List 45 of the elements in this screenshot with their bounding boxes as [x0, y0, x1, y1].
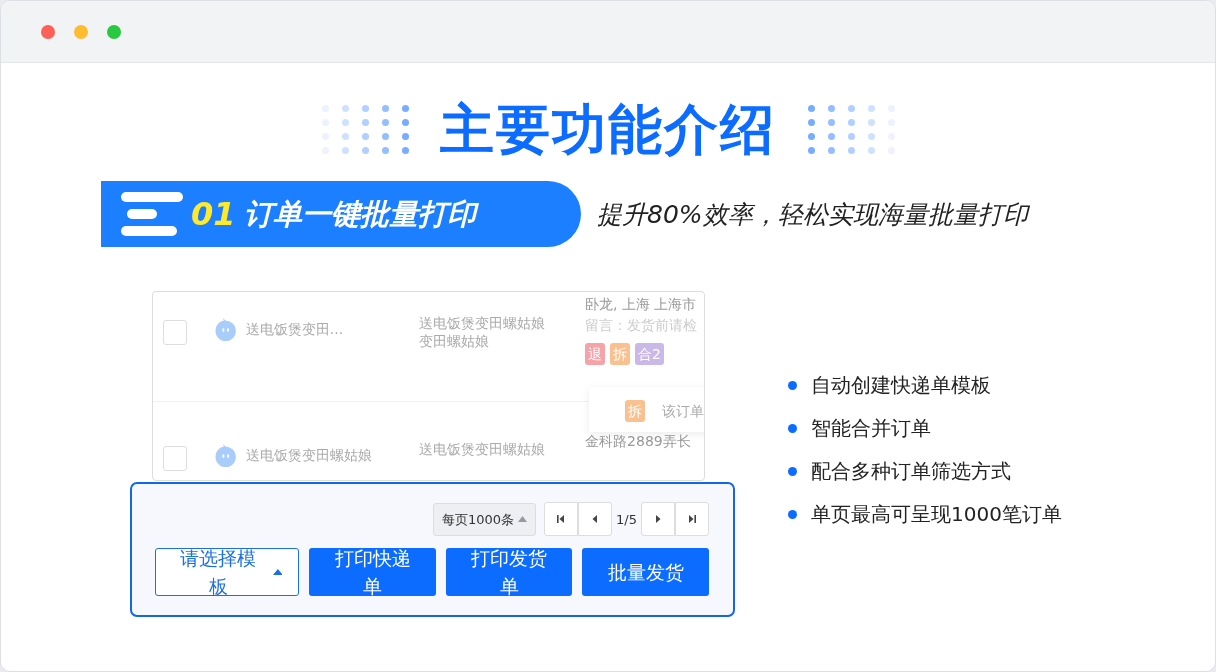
order-tag: 拆 [625, 400, 645, 423]
feature-tagline: 提升80%效率，轻松实现海量批量打印 [597, 198, 1028, 231]
buyer-name: 送电饭煲变田螺姑娘 [245, 446, 373, 465]
address-text: 卧龙, 上海 上海市 [585, 295, 698, 314]
address-text: 金科路2889弄长 [585, 432, 692, 451]
product-name: 送电饭煲变田螺姑娘 [419, 440, 547, 459]
previous-icon [591, 514, 600, 525]
action-button[interactable]: 打印快递单 [309, 548, 436, 597]
last-page-button[interactable] [675, 502, 709, 537]
product-name: 送电饭煲变田螺姑娘 [419, 314, 547, 333]
next-icon [654, 514, 662, 525]
action-button[interactable]: 批量发货 [582, 548, 709, 597]
first-page-button[interactable] [544, 502, 579, 537]
window-control-dot[interactable] [107, 24, 121, 39]
page-title: 主要功能介绍 [440, 100, 776, 160]
window-control-dot[interactable] [41, 24, 55, 39]
chat-bubble-icon [214, 318, 238, 343]
feature-point: 配合多种订单筛选方式 [811, 458, 1011, 486]
popover-text: 该订单 [662, 403, 704, 420]
bullet-icon [788, 510, 797, 520]
first-page-icon [556, 514, 567, 525]
caret-icon [518, 516, 528, 523]
bullet-icon [788, 467, 797, 477]
order-tag: 拆 [610, 343, 631, 366]
last-page-icon [687, 514, 697, 525]
feature-number: 01 [191, 194, 236, 236]
bullet-icon [788, 381, 797, 391]
page-size-select[interactable]: 每页1000条 [433, 502, 537, 537]
checkbox[interactable] [163, 446, 188, 472]
template-select[interactable]: 请选择模板 [155, 548, 300, 597]
buyer-name: 送电饭煲变田... [245, 320, 345, 339]
chat-bubble-icon [214, 444, 238, 469]
window-control-dot[interactable] [74, 24, 88, 39]
page-indicator: 1/5 [615, 510, 638, 529]
order-tag: 合2 [635, 343, 664, 366]
feature-point: 自动创建快递单模板 [811, 372, 991, 400]
order-tag: 退 [585, 343, 606, 366]
feature-point: 单页最高可呈现1000笔订单 [811, 501, 1062, 529]
feature-point: 智能合并订单 [811, 415, 931, 443]
checkbox[interactable] [163, 320, 188, 346]
action-button[interactable]: 打印发货单 [445, 548, 573, 597]
speed-lines-icon [121, 192, 183, 237]
caret-icon [272, 569, 283, 576]
product-name: 变田螺姑娘 [419, 332, 491, 351]
bullet-icon [788, 424, 797, 434]
